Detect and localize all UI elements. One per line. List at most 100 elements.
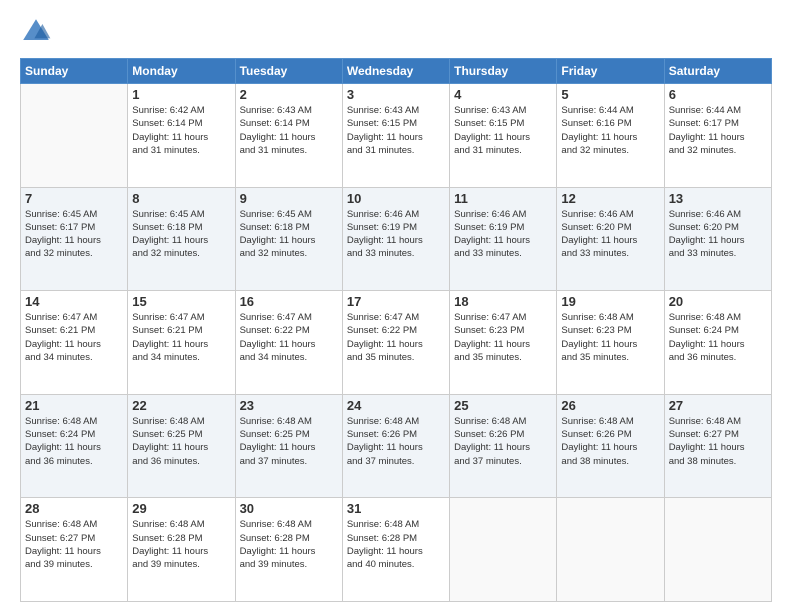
calendar-week-row: 21 Sunrise: 6:48 AM Sunset: 6:24 PM Dayli…: [21, 394, 772, 498]
day-info: Sunrise: 6:43 AM Sunset: 6:15 PM Dayligh…: [454, 104, 552, 157]
day-info: Sunrise: 6:42 AM Sunset: 6:14 PM Dayligh…: [132, 104, 230, 157]
calendar-week-row: 7Sunrise: 6:45 AM Sunset: 6:17 PM Daylig…: [21, 187, 772, 291]
weekday-header-sunday: Sunday: [21, 59, 128, 84]
weekday-header-thursday: Thursday: [450, 59, 557, 84]
day-number: 13: [669, 191, 767, 206]
day-info: Sunrise: 6:43 AM Sunset: 6:14 PM Dayligh…: [240, 104, 338, 157]
weekday-header-tuesday: Tuesday: [235, 59, 342, 84]
calendar-cell: 10 Sunrise: 6:46 AM Sunset: 6:19 PM Dayli…: [342, 187, 449, 291]
day-info: Sunrise: 6:48 AM Sunset: 6:27 PM Dayligh…: [669, 415, 767, 468]
day-number: 23: [240, 398, 338, 413]
calendar-cell: 7Sunrise: 6:45 AM Sunset: 6:17 PM Daylig…: [21, 187, 128, 291]
day-number: 25: [454, 398, 552, 413]
calendar-week-row: 14 Sunrise: 6:47 AM Sunset: 6:21 PM Dayli…: [21, 291, 772, 395]
day-number: 14: [25, 294, 123, 309]
day-info: Sunrise: 6:48 AM Sunset: 6:26 PM Dayligh…: [347, 415, 445, 468]
day-number: 5: [561, 87, 659, 102]
day-number: 10: [347, 191, 445, 206]
day-info: Sunrise: 6:48 AM Sunset: 6:28 PM Dayligh…: [347, 518, 445, 571]
calendar-cell: 4 Sunrise: 6:43 AM Sunset: 6:15 PM Daylig…: [450, 84, 557, 188]
calendar-cell: 1 Sunrise: 6:42 AM Sunset: 6:14 PM Daylig…: [128, 84, 235, 188]
calendar-week-row: 28Sunrise: 6:48 AM Sunset: 6:27 PM Dayli…: [21, 498, 772, 602]
day-number: 26: [561, 398, 659, 413]
day-number: 9: [240, 191, 338, 206]
calendar-cell: 5 Sunrise: 6:44 AM Sunset: 6:16 PM Daylig…: [557, 84, 664, 188]
day-info: Sunrise: 6:46 AM Sunset: 6:20 PM Dayligh…: [561, 208, 659, 261]
calendar-cell: 16Sunrise: 6:47 AM Sunset: 6:22 PM Dayli…: [235, 291, 342, 395]
day-info: Sunrise: 6:48 AM Sunset: 6:28 PM Dayligh…: [240, 518, 338, 571]
calendar-week-row: 1 Sunrise: 6:42 AM Sunset: 6:14 PM Daylig…: [21, 84, 772, 188]
day-number: 29: [132, 501, 230, 516]
day-info: Sunrise: 6:46 AM Sunset: 6:19 PM Dayligh…: [454, 208, 552, 261]
day-number: 4: [454, 87, 552, 102]
calendar-cell: 28Sunrise: 6:48 AM Sunset: 6:27 PM Dayli…: [21, 498, 128, 602]
day-number: 27: [669, 398, 767, 413]
calendar-cell: 24 Sunrise: 6:48 AM Sunset: 6:26 PM Dayli…: [342, 394, 449, 498]
calendar-cell: 15Sunrise: 6:47 AM Sunset: 6:21 PM Dayli…: [128, 291, 235, 395]
day-info: Sunrise: 6:47 AM Sunset: 6:22 PM Dayligh…: [240, 311, 338, 364]
calendar-cell: 30Sunrise: 6:48 AM Sunset: 6:28 PM Dayli…: [235, 498, 342, 602]
calendar-cell: 25 Sunrise: 6:48 AM Sunset: 6:26 PM Dayli…: [450, 394, 557, 498]
day-info: Sunrise: 6:47 AM Sunset: 6:23 PM Dayligh…: [454, 311, 552, 364]
day-number: 2: [240, 87, 338, 102]
day-number: 21: [25, 398, 123, 413]
calendar-cell: 2 Sunrise: 6:43 AM Sunset: 6:14 PM Daylig…: [235, 84, 342, 188]
weekday-header-saturday: Saturday: [664, 59, 771, 84]
calendar-cell: 8 Sunrise: 6:45 AM Sunset: 6:18 PM Daylig…: [128, 187, 235, 291]
day-info: Sunrise: 6:48 AM Sunset: 6:26 PM Dayligh…: [561, 415, 659, 468]
day-number: 18: [454, 294, 552, 309]
calendar-cell: 14 Sunrise: 6:47 AM Sunset: 6:21 PM Dayli…: [21, 291, 128, 395]
day-info: Sunrise: 6:44 AM Sunset: 6:16 PM Dayligh…: [561, 104, 659, 157]
weekday-header-monday: Monday: [128, 59, 235, 84]
calendar-cell: 21 Sunrise: 6:48 AM Sunset: 6:24 PM Dayli…: [21, 394, 128, 498]
calendar-cell: 17 Sunrise: 6:47 AM Sunset: 6:22 PM Dayli…: [342, 291, 449, 395]
calendar-cell: 31 Sunrise: 6:48 AM Sunset: 6:28 PM Dayli…: [342, 498, 449, 602]
calendar-cell: 18 Sunrise: 6:47 AM Sunset: 6:23 PM Dayli…: [450, 291, 557, 395]
day-number: 31: [347, 501, 445, 516]
weekday-header-friday: Friday: [557, 59, 664, 84]
calendar-cell: [664, 498, 771, 602]
day-number: 11: [454, 191, 552, 206]
day-number: 15: [132, 294, 230, 309]
day-number: 6: [669, 87, 767, 102]
day-number: 8: [132, 191, 230, 206]
calendar-cell: [557, 498, 664, 602]
day-info: Sunrise: 6:48 AM Sunset: 6:25 PM Dayligh…: [240, 415, 338, 468]
calendar-cell: 13 Sunrise: 6:46 AM Sunset: 6:20 PM Dayli…: [664, 187, 771, 291]
day-info: Sunrise: 6:48 AM Sunset: 6:28 PM Dayligh…: [132, 518, 230, 571]
calendar-cell: 9Sunrise: 6:45 AM Sunset: 6:18 PM Daylig…: [235, 187, 342, 291]
page: SundayMondayTuesdayWednesdayThursdayFrid…: [0, 0, 792, 612]
calendar-cell: 22 Sunrise: 6:48 AM Sunset: 6:25 PM Dayli…: [128, 394, 235, 498]
calendar-cell: 29 Sunrise: 6:48 AM Sunset: 6:28 PM Dayli…: [128, 498, 235, 602]
calendar-cell: 6 Sunrise: 6:44 AM Sunset: 6:17 PM Daylig…: [664, 84, 771, 188]
calendar-cell: [450, 498, 557, 602]
day-number: 20: [669, 294, 767, 309]
day-number: 1: [132, 87, 230, 102]
calendar-table: SundayMondayTuesdayWednesdayThursdayFrid…: [20, 58, 772, 602]
day-number: 24: [347, 398, 445, 413]
day-info: Sunrise: 6:45 AM Sunset: 6:18 PM Dayligh…: [132, 208, 230, 261]
day-info: Sunrise: 6:48 AM Sunset: 6:26 PM Dayligh…: [454, 415, 552, 468]
day-number: 22: [132, 398, 230, 413]
day-info: Sunrise: 6:48 AM Sunset: 6:23 PM Dayligh…: [561, 311, 659, 364]
day-info: Sunrise: 6:48 AM Sunset: 6:24 PM Dayligh…: [669, 311, 767, 364]
day-info: Sunrise: 6:48 AM Sunset: 6:25 PM Dayligh…: [132, 415, 230, 468]
logo: [20, 16, 56, 48]
day-number: 7: [25, 191, 123, 206]
header: [20, 16, 772, 48]
calendar-cell: 11 Sunrise: 6:46 AM Sunset: 6:19 PM Dayli…: [450, 187, 557, 291]
calendar-cell: 23 Sunrise: 6:48 AM Sunset: 6:25 PM Dayli…: [235, 394, 342, 498]
day-info: Sunrise: 6:46 AM Sunset: 6:19 PM Dayligh…: [347, 208, 445, 261]
day-info: Sunrise: 6:47 AM Sunset: 6:22 PM Dayligh…: [347, 311, 445, 364]
day-number: 28: [25, 501, 123, 516]
day-info: Sunrise: 6:46 AM Sunset: 6:20 PM Dayligh…: [669, 208, 767, 261]
calendar-cell: 27 Sunrise: 6:48 AM Sunset: 6:27 PM Dayli…: [664, 394, 771, 498]
logo-icon: [20, 16, 52, 48]
day-info: Sunrise: 6:47 AM Sunset: 6:21 PM Dayligh…: [25, 311, 123, 364]
day-info: Sunrise: 6:48 AM Sunset: 6:24 PM Dayligh…: [25, 415, 123, 468]
day-info: Sunrise: 6:44 AM Sunset: 6:17 PM Dayligh…: [669, 104, 767, 157]
day-number: 17: [347, 294, 445, 309]
day-number: 19: [561, 294, 659, 309]
calendar-header-row: SundayMondayTuesdayWednesdayThursdayFrid…: [21, 59, 772, 84]
calendar-cell: 12Sunrise: 6:46 AM Sunset: 6:20 PM Dayli…: [557, 187, 664, 291]
